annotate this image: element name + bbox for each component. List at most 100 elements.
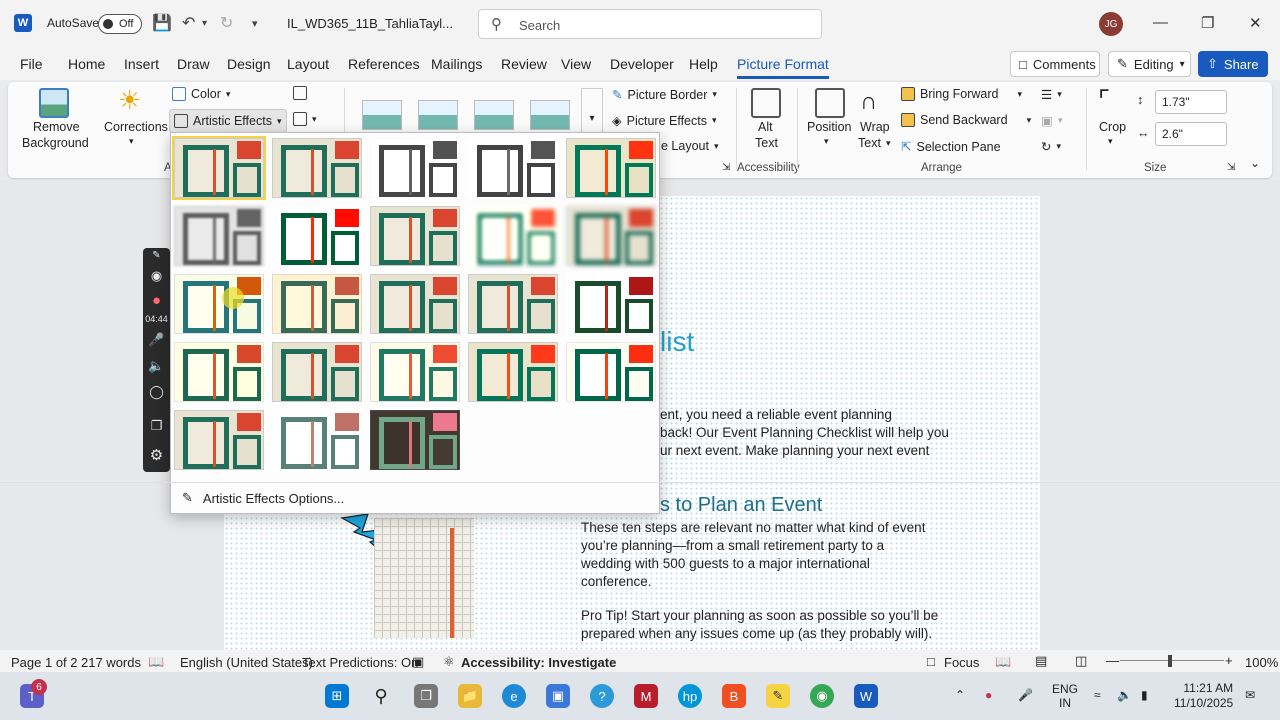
tab-home[interactable]: Home	[68, 56, 105, 72]
search-icon[interactable]: ⚲	[369, 684, 393, 708]
tab-review[interactable]: Review	[501, 56, 547, 72]
proofing-icon[interactable]: 📖	[148, 654, 164, 670]
effect-line-drawing[interactable]	[566, 138, 656, 198]
webcam-icon[interactable]: ◯	[143, 384, 170, 400]
zoom-out-icon[interactable]: —	[1106, 653, 1119, 668]
size-launcher-icon[interactable]: ⇲	[1227, 162, 1235, 173]
accessibility-status[interactable]: Accessibility: Investigate	[461, 655, 616, 670]
effect-watercolor-sponge[interactable]	[272, 274, 362, 334]
tab-references[interactable]: References	[348, 56, 420, 72]
group-objects-icon[interactable]: ▣ ▾	[1041, 113, 1062, 128]
battery-icon[interactable]: ▮	[1141, 688, 1148, 702]
task-view-icon[interactable]: ❐	[414, 684, 438, 708]
close-icon[interactable]: ✕	[1249, 14, 1262, 32]
window-icon[interactable]: ❐	[143, 418, 170, 434]
autosave-toggle[interactable]: Off	[98, 14, 142, 34]
alt-text-icon[interactable]	[751, 88, 781, 118]
pen-icon[interactable]: ✎	[143, 250, 170, 261]
remove-background-icon[interactable]	[39, 88, 69, 118]
picture-layout-button[interactable]: e Layout ▾	[661, 139, 719, 153]
input-language[interactable]: ENG IN	[1052, 682, 1078, 710]
picture-style-thumb[interactable]	[474, 100, 514, 130]
remove-background-label-2[interactable]: Background	[22, 136, 89, 150]
picture-styles-launcher-icon[interactable]: ⇲	[722, 162, 730, 173]
page-count[interactable]: Page 1 of 2	[11, 655, 78, 670]
zoom-level[interactable]: 100%	[1245, 655, 1278, 670]
effect-mosaic-bubbles[interactable]	[468, 274, 558, 334]
tab-help[interactable]: Help	[689, 56, 718, 72]
effect-chalk-sketch[interactable]	[174, 206, 264, 266]
tab-picture-format[interactable]: Picture Format	[737, 56, 829, 79]
alt-text-label-1[interactable]: Alt	[758, 120, 773, 134]
read-mode-icon[interactable]: 📖	[995, 654, 1011, 670]
microphone-tray-icon[interactable]: 🎤	[1018, 688, 1033, 702]
crop-button[interactable]: Crop	[1099, 120, 1126, 134]
volume-icon[interactable]: 🔈	[1117, 688, 1132, 702]
restore-icon[interactable]: ❐	[1201, 14, 1214, 32]
share-button[interactable]: ⇧ Share	[1198, 51, 1268, 77]
effect-glass[interactable]	[566, 274, 656, 334]
microphone-icon[interactable]: 🎤	[143, 332, 170, 348]
crop-chevron-icon[interactable]: ▾	[1108, 136, 1113, 147]
tab-mailings[interactable]: Mailings	[431, 56, 482, 72]
color-button[interactable]: Color ▾	[172, 87, 230, 101]
zoom-in-icon[interactable]: +	[1225, 653, 1233, 668]
sticky-notes-icon[interactable]: ✎	[766, 684, 790, 708]
picture-style-thumb[interactable]	[418, 100, 458, 130]
effect-light-screen[interactable]	[174, 274, 264, 334]
minimize-icon[interactable]: —	[1153, 14, 1168, 31]
customize-toolbar-icon[interactable]: ▾	[252, 17, 258, 30]
send-backward-button[interactable]: Send Backward ▾	[901, 113, 1031, 127]
picture-style-thumb[interactable]	[362, 100, 402, 130]
notifications-icon[interactable]: ✉	[1245, 688, 1255, 702]
picture-border-button[interactable]: ✎ Picture Border ▾	[612, 87, 717, 103]
avatar[interactable]: JG	[1099, 12, 1123, 36]
artistic-effects-options-item[interactable]: ✎ Artistic Effects Options...	[182, 490, 344, 506]
effect-plastic-wrap[interactable]	[566, 342, 656, 402]
alt-text-label-2[interactable]: Text	[755, 136, 778, 150]
corrections-icon[interactable]: ☀	[118, 85, 141, 116]
picture-style-thumb[interactable]	[530, 100, 570, 130]
effect-blur[interactable]	[566, 206, 656, 266]
corrections-chevron-icon[interactable]: ▾	[129, 136, 134, 147]
search-box[interactable]: ⚲ Search	[478, 9, 822, 39]
effect-texturizer[interactable]	[272, 342, 362, 402]
tab-insert[interactable]: Insert	[124, 56, 159, 72]
effect-cutout[interactable]	[174, 410, 264, 470]
tab-view[interactable]: View	[561, 56, 591, 72]
language-status[interactable]: English (United States)	[180, 655, 313, 670]
crop-icon[interactable]: ⌜	[1098, 85, 1110, 116]
selection-pane-button[interactable]: ⇱ Selection Pane	[901, 139, 1001, 155]
undo-dropdown-icon[interactable]: ▾	[202, 18, 207, 29]
effect-pencil-sketch[interactable]	[468, 138, 558, 198]
effect-pastels-smooth[interactable]	[468, 342, 558, 402]
compress-pictures-icon[interactable]	[293, 86, 307, 100]
wifi-icon[interactable]: ≈	[1094, 688, 1101, 702]
change-picture-icon[interactable]: ▾	[293, 112, 317, 126]
redo-icon[interactable]: ↻	[220, 13, 233, 33]
focus-button[interactable]: Focus	[944, 655, 979, 670]
doc-name-chevron-icon[interactable]: ⌄	[432, 17, 441, 30]
help-icon[interactable]: ?	[590, 684, 614, 708]
effect-paint-brush[interactable]	[370, 206, 460, 266]
corrections-button[interactable]: Corrections	[104, 120, 168, 134]
edge-icon[interactable]: e	[502, 684, 526, 708]
effect-paint-strokes[interactable]	[272, 206, 362, 266]
position-icon[interactable]	[815, 88, 845, 118]
effect-photocopy[interactable]	[272, 410, 362, 470]
tab-file[interactable]: File	[20, 56, 43, 72]
picture-effects-button[interactable]: ◈ Picture Effects ▾	[612, 113, 717, 129]
align-icon[interactable]: ☰ ▾	[1041, 87, 1062, 102]
camera-icon[interactable]: ◉	[143, 268, 170, 284]
tab-developer[interactable]: Developer	[610, 56, 674, 72]
remove-background-label-1[interactable]: Remove	[33, 120, 80, 134]
clock[interactable]: 11:21 AM 11/10/2025	[1174, 681, 1233, 711]
wrap-text-label-1[interactable]: Wrap	[860, 120, 890, 134]
record-icon[interactable]: ●	[143, 292, 170, 309]
undo-icon[interactable]: ↶	[182, 13, 195, 33]
word-taskbar-icon[interactable]: W	[854, 684, 878, 708]
document-name[interactable]: IL_WD365_11B_TahliaTayl...	[287, 16, 453, 31]
position-chevron-icon[interactable]: ▾	[824, 136, 829, 147]
network-alert-icon[interactable]: ●	[985, 688, 992, 702]
rotate-icon[interactable]: ↻ ▾	[1041, 139, 1061, 154]
